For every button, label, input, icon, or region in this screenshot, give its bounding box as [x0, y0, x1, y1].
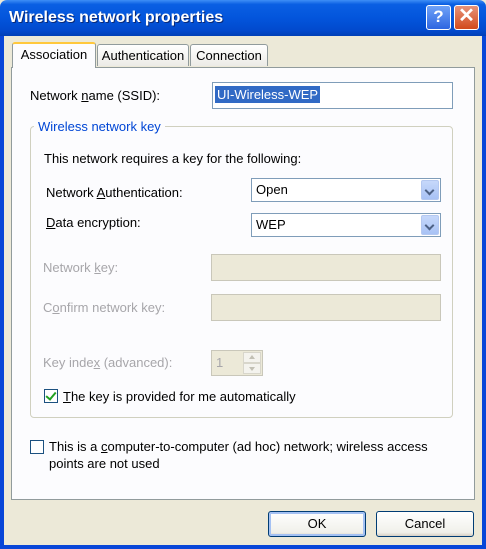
ssid-value: UI-Wireless-WEP: [215, 86, 321, 103]
auth-label: Network Authentication:: [46, 185, 183, 200]
help-icon: ?: [433, 7, 444, 26]
tab-connection[interactable]: Connection: [190, 44, 268, 66]
group-title: Wireless network key: [34, 119, 165, 134]
tab-label: Connection: [196, 48, 262, 63]
window-frame-bottom: [0, 545, 486, 549]
tab-authentication[interactable]: Authentication: [97, 44, 189, 66]
encryption-label: Data encryption:: [46, 215, 141, 230]
key-index-stepper[interactable]: 1: [211, 350, 263, 376]
ssid-input[interactable]: UI-Wireless-WEP: [212, 82, 453, 109]
confirm-key-label: Confirm network key:: [43, 300, 166, 315]
adhoc-label-line1: This is a computer-to-computer (ad hoc) …: [49, 439, 428, 454]
auto-key-checkbox[interactable]: [44, 389, 58, 403]
network-key-label: Network key:: [43, 260, 119, 275]
chevron-down-icon[interactable]: [421, 215, 439, 235]
spin-up-icon[interactable]: [243, 352, 261, 363]
check-icon: [45, 389, 57, 401]
tab-association[interactable]: Association: [12, 42, 96, 68]
close-icon: ✕: [458, 5, 475, 27]
key-index-value: 1: [216, 355, 224, 370]
auth-select[interactable]: Open: [251, 178, 441, 202]
chevron-down-icon[interactable]: [421, 180, 439, 200]
network-key-input[interactable]: [211, 254, 441, 281]
adhoc-checkbox[interactable]: [30, 440, 44, 454]
auth-value: Open: [256, 182, 288, 197]
ssid-label: Network name (SSID):: [30, 88, 161, 103]
spin-down-icon[interactable]: [243, 363, 261, 374]
tab-label: Association: [20, 47, 88, 62]
window-frame-right: [482, 36, 486, 549]
key-index-label: Key index (advanced):: [43, 355, 173, 370]
encryption-value: WEP: [256, 217, 286, 232]
ok-button[interactable]: OK: [268, 511, 366, 537]
help-button[interactable]: ?: [426, 5, 451, 30]
window-frame-left: [0, 36, 4, 549]
title-bar[interactable]: Wireless network properties ? ✕: [0, 0, 486, 36]
encryption-select[interactable]: WEP: [251, 213, 441, 237]
auto-key-label: The key is provided for me automatically: [63, 389, 296, 404]
adhoc-label-line2: points are not used: [49, 456, 160, 471]
cancel-button[interactable]: Cancel: [376, 511, 474, 537]
group-description: This network requires a key for the foll…: [44, 151, 302, 166]
tab-label: Authentication: [101, 48, 185, 63]
window-title: Wireless network properties: [9, 9, 224, 26]
close-button[interactable]: ✕: [454, 5, 479, 30]
confirm-key-input[interactable]: [211, 294, 441, 321]
